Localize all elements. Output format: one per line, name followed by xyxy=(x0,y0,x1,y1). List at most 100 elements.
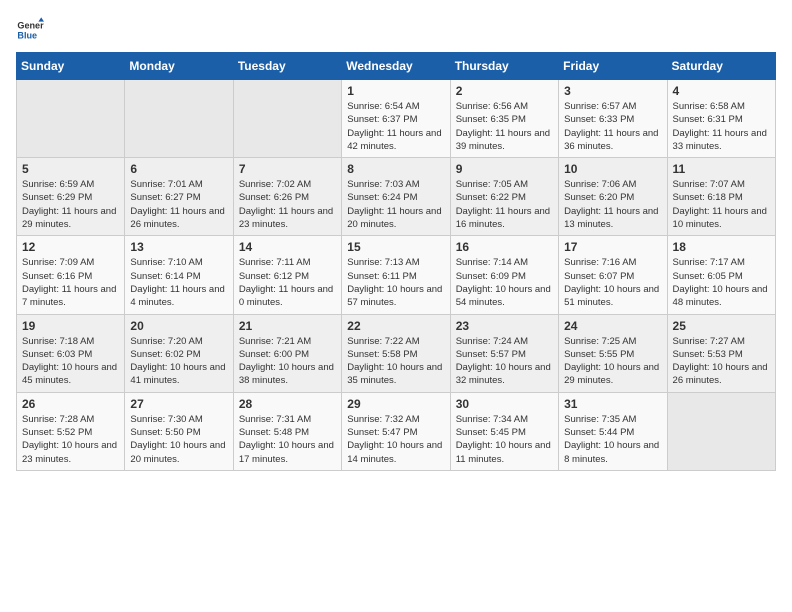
calendar-table: Sunday Monday Tuesday Wednesday Thursday… xyxy=(16,52,776,471)
sunset: Sunset: 6:27 PM xyxy=(130,191,227,204)
daylight: Daylight: 10 hours and 20 minutes. xyxy=(130,439,227,466)
sunrise: Sunrise: 7:21 AM xyxy=(239,335,336,348)
calendar-cell: 12 Sunrise: 7:09 AM Sunset: 6:16 PM Dayl… xyxy=(17,236,125,314)
calendar-cell: 14 Sunrise: 7:11 AM Sunset: 6:12 PM Dayl… xyxy=(233,236,341,314)
sunset: Sunset: 6:37 PM xyxy=(347,113,444,126)
logo: General Blue xyxy=(16,16,44,44)
col-friday: Friday xyxy=(559,53,667,80)
day-number: 4 xyxy=(673,84,770,98)
daylight: Daylight: 11 hours and 29 minutes. xyxy=(22,205,119,232)
day-info: Sunrise: 7:24 AM Sunset: 5:57 PM Dayligh… xyxy=(456,335,553,388)
calendar-week: 19 Sunrise: 7:18 AM Sunset: 6:03 PM Dayl… xyxy=(17,314,776,392)
sunrise: Sunrise: 7:13 AM xyxy=(347,256,444,269)
sunrise: Sunrise: 7:30 AM xyxy=(130,413,227,426)
day-info: Sunrise: 7:14 AM Sunset: 6:09 PM Dayligh… xyxy=(456,256,553,309)
sunrise: Sunrise: 7:01 AM xyxy=(130,178,227,191)
day-info: Sunrise: 7:25 AM Sunset: 5:55 PM Dayligh… xyxy=(564,335,661,388)
calendar-cell: 16 Sunrise: 7:14 AM Sunset: 6:09 PM Dayl… xyxy=(450,236,558,314)
calendar-header: Sunday Monday Tuesday Wednesday Thursday… xyxy=(17,53,776,80)
daylight: Daylight: 10 hours and 41 minutes. xyxy=(130,361,227,388)
daylight: Daylight: 11 hours and 10 minutes. xyxy=(673,205,770,232)
day-number: 12 xyxy=(22,240,119,254)
calendar-cell: 21 Sunrise: 7:21 AM Sunset: 6:00 PM Dayl… xyxy=(233,314,341,392)
day-number: 21 xyxy=(239,319,336,333)
calendar-cell: 1 Sunrise: 6:54 AM Sunset: 6:37 PM Dayli… xyxy=(342,80,450,158)
daylight: Daylight: 10 hours and 38 minutes. xyxy=(239,361,336,388)
day-info: Sunrise: 7:01 AM Sunset: 6:27 PM Dayligh… xyxy=(130,178,227,231)
daylight: Daylight: 10 hours and 11 minutes. xyxy=(456,439,553,466)
day-info: Sunrise: 6:58 AM Sunset: 6:31 PM Dayligh… xyxy=(673,100,770,153)
weekday-row: Sunday Monday Tuesday Wednesday Thursday… xyxy=(17,53,776,80)
calendar-cell: 22 Sunrise: 7:22 AM Sunset: 5:58 PM Dayl… xyxy=(342,314,450,392)
sunrise: Sunrise: 6:54 AM xyxy=(347,100,444,113)
col-saturday: Saturday xyxy=(667,53,775,80)
sunset: Sunset: 6:00 PM xyxy=(239,348,336,361)
day-info: Sunrise: 7:27 AM Sunset: 5:53 PM Dayligh… xyxy=(673,335,770,388)
day-info: Sunrise: 7:21 AM Sunset: 6:00 PM Dayligh… xyxy=(239,335,336,388)
sunset: Sunset: 6:05 PM xyxy=(673,270,770,283)
sunset: Sunset: 6:26 PM xyxy=(239,191,336,204)
day-number: 7 xyxy=(239,162,336,176)
daylight: Daylight: 10 hours and 57 minutes. xyxy=(347,283,444,310)
sunrise: Sunrise: 7:02 AM xyxy=(239,178,336,191)
sunset: Sunset: 6:09 PM xyxy=(456,270,553,283)
daylight: Daylight: 10 hours and 14 minutes. xyxy=(347,439,444,466)
daylight: Daylight: 10 hours and 45 minutes. xyxy=(22,361,119,388)
day-number: 22 xyxy=(347,319,444,333)
calendar-cell: 19 Sunrise: 7:18 AM Sunset: 6:03 PM Dayl… xyxy=(17,314,125,392)
sunrise: Sunrise: 7:10 AM xyxy=(130,256,227,269)
day-number: 29 xyxy=(347,397,444,411)
day-info: Sunrise: 7:07 AM Sunset: 6:18 PM Dayligh… xyxy=(673,178,770,231)
sunset: Sunset: 6:18 PM xyxy=(673,191,770,204)
sunset: Sunset: 6:07 PM xyxy=(564,270,661,283)
col-wednesday: Wednesday xyxy=(342,53,450,80)
col-sunday: Sunday xyxy=(17,53,125,80)
calendar-cell: 9 Sunrise: 7:05 AM Sunset: 6:22 PM Dayli… xyxy=(450,158,558,236)
calendar-cell: 4 Sunrise: 6:58 AM Sunset: 6:31 PM Dayli… xyxy=(667,80,775,158)
day-info: Sunrise: 7:02 AM Sunset: 6:26 PM Dayligh… xyxy=(239,178,336,231)
calendar-cell: 18 Sunrise: 7:17 AM Sunset: 6:05 PM Dayl… xyxy=(667,236,775,314)
day-number: 14 xyxy=(239,240,336,254)
sunrise: Sunrise: 7:03 AM xyxy=(347,178,444,191)
day-number: 5 xyxy=(22,162,119,176)
day-number: 17 xyxy=(564,240,661,254)
day-number: 2 xyxy=(456,84,553,98)
daylight: Daylight: 10 hours and 17 minutes. xyxy=(239,439,336,466)
col-thursday: Thursday xyxy=(450,53,558,80)
day-number: 10 xyxy=(564,162,661,176)
day-number: 23 xyxy=(456,319,553,333)
sunrise: Sunrise: 6:56 AM xyxy=(456,100,553,113)
sunset: Sunset: 6:35 PM xyxy=(456,113,553,126)
calendar-cell: 29 Sunrise: 7:32 AM Sunset: 5:47 PM Dayl… xyxy=(342,392,450,470)
daylight: Daylight: 10 hours and 26 minutes. xyxy=(673,361,770,388)
day-number: 27 xyxy=(130,397,227,411)
sunset: Sunset: 6:24 PM xyxy=(347,191,444,204)
day-number: 6 xyxy=(130,162,227,176)
sunrise: Sunrise: 6:58 AM xyxy=(673,100,770,113)
logo-icon: General Blue xyxy=(16,16,44,44)
sunrise: Sunrise: 7:35 AM xyxy=(564,413,661,426)
sunset: Sunset: 6:16 PM xyxy=(22,270,119,283)
day-number: 9 xyxy=(456,162,553,176)
calendar-body: 1 Sunrise: 6:54 AM Sunset: 6:37 PM Dayli… xyxy=(17,80,776,471)
calendar-cell: 20 Sunrise: 7:20 AM Sunset: 6:02 PM Dayl… xyxy=(125,314,233,392)
sunset: Sunset: 6:12 PM xyxy=(239,270,336,283)
day-info: Sunrise: 6:59 AM Sunset: 6:29 PM Dayligh… xyxy=(22,178,119,231)
sunrise: Sunrise: 7:32 AM xyxy=(347,413,444,426)
day-number: 3 xyxy=(564,84,661,98)
day-info: Sunrise: 7:35 AM Sunset: 5:44 PM Dayligh… xyxy=(564,413,661,466)
calendar-cell xyxy=(233,80,341,158)
sunset: Sunset: 5:50 PM xyxy=(130,426,227,439)
daylight: Daylight: 10 hours and 8 minutes. xyxy=(564,439,661,466)
calendar-week: 1 Sunrise: 6:54 AM Sunset: 6:37 PM Dayli… xyxy=(17,80,776,158)
day-info: Sunrise: 7:11 AM Sunset: 6:12 PM Dayligh… xyxy=(239,256,336,309)
calendar-cell: 25 Sunrise: 7:27 AM Sunset: 5:53 PM Dayl… xyxy=(667,314,775,392)
calendar-cell: 28 Sunrise: 7:31 AM Sunset: 5:48 PM Dayl… xyxy=(233,392,341,470)
sunrise: Sunrise: 7:05 AM xyxy=(456,178,553,191)
sunrise: Sunrise: 6:57 AM xyxy=(564,100,661,113)
day-number: 24 xyxy=(564,319,661,333)
svg-text:Blue: Blue xyxy=(17,30,37,40)
daylight: Daylight: 11 hours and 33 minutes. xyxy=(673,127,770,154)
calendar-cell xyxy=(667,392,775,470)
sunset: Sunset: 5:47 PM xyxy=(347,426,444,439)
